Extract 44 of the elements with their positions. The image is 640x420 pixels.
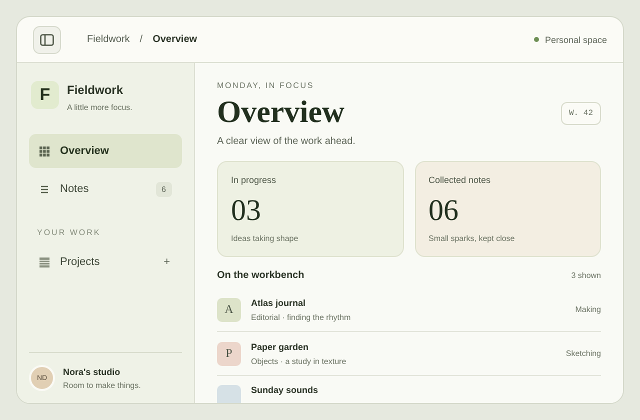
list-row[interactable]: A Atlas journal Editorial · finding the rhythm Making (217, 288, 601, 332)
stat-label: In progress (231, 175, 278, 185)
logo: F (31, 81, 59, 109)
item-count: 3 shown (571, 271, 601, 280)
item-title: Sunday sounds (251, 385, 318, 395)
list-row[interactable]: Sunday sounds (217, 376, 601, 403)
letter-tile: P (217, 342, 241, 366)
breadcrumb: Overview (152, 34, 198, 45)
sidebar-toggle-button[interactable] (33, 26, 61, 54)
profile-name: Nora's studio (63, 366, 122, 376)
section-title: On the workbench (217, 270, 304, 281)
workspace-label: Personal space (544, 34, 607, 44)
add-icon[interactable]: + (164, 256, 170, 268)
breadcrumb[interactable]: Fieldwork (87, 34, 130, 45)
item-subtitle: Editorial · finding the rhythm (251, 312, 351, 322)
item-title: Paper garden (251, 342, 310, 352)
sidebar-item[interactable]: Notes 6 (29, 172, 182, 206)
stat-caption: Small sparks, kept close (428, 234, 516, 243)
item-subtitle: Objects · a study in texture (251, 356, 346, 366)
sidebar-item[interactable]: Overview (29, 134, 182, 168)
list-row[interactable]: P Paper garden Objects · a study in texture Sketching (217, 332, 601, 376)
letter-tile: A (217, 298, 241, 322)
page-subtitle: A clear view of the work ahead. (217, 136, 356, 147)
stat-value: 06 (428, 194, 460, 228)
profile-tagline: Room to make things. (63, 380, 141, 390)
week-badge: W. 42 (560, 102, 601, 124)
item-status: Sketching (566, 349, 601, 358)
stat-caption: Ideas taking shape (231, 234, 300, 243)
stack-icon (39, 256, 50, 268)
brand-name: Fieldwork (67, 83, 124, 97)
page-title: Overview (217, 94, 344, 130)
grid-icon (39, 146, 50, 156)
section-heading: YOUR WORK (37, 228, 102, 237)
sidebar-item[interactable]: Projects + (29, 245, 182, 279)
item-title: Atlas journal (251, 298, 307, 308)
brand-tagline: A little more focus. (67, 103, 132, 112)
eyebrow-label: MONDAY, IN FOCUS (217, 81, 315, 90)
list-icon (39, 184, 50, 194)
stat-value: 03 (231, 194, 262, 228)
breadcrumb-separator: / (140, 34, 143, 45)
item-status: Making (575, 305, 601, 314)
stat-label: Collected notes (428, 175, 492, 185)
count-badge: 6 (156, 182, 172, 196)
sidebar-icon (40, 34, 54, 46)
